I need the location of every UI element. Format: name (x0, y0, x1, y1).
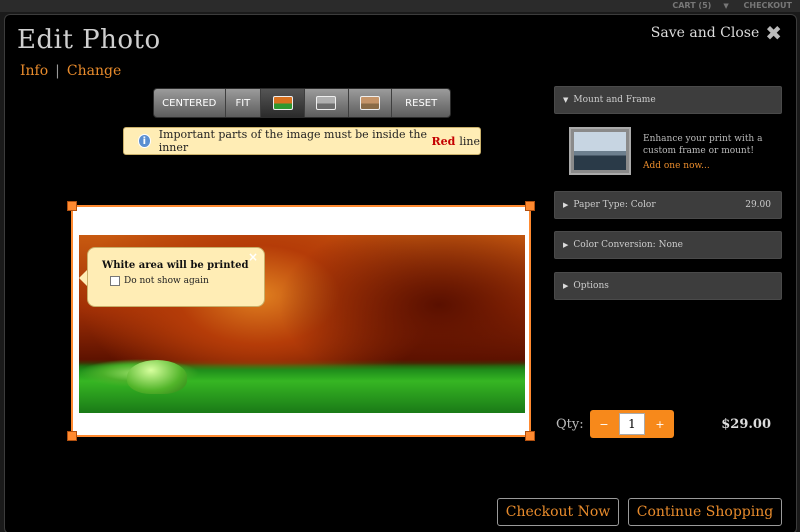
resize-handle-top-left[interactable] (67, 201, 77, 211)
cart-label: CART (5) (672, 1, 712, 10)
paper-type-panel[interactable]: ▶ Paper Type: Color 29.00 (554, 191, 782, 219)
notice-highlight: Red (431, 134, 456, 148)
add-mount-link[interactable]: Add one now... (643, 161, 710, 171)
paper-type-price: 29.00 (745, 200, 771, 210)
chevron-right-icon: ▶ (563, 282, 569, 290)
color-conversion-panel[interactable]: ▶ Color Conversion: None (554, 231, 782, 259)
continue-shopping-button[interactable]: Continue Shopping (628, 498, 782, 526)
chevron-right-icon: ▶ (563, 201, 569, 209)
chevron-down-icon: ▼ (563, 96, 569, 104)
change-link[interactable]: Change (67, 63, 121, 79)
framed-print-thumbnail (569, 127, 631, 175)
mount-and-frame-panel[interactable]: ▼ Mount and Frame (554, 86, 782, 114)
top-bar: CART (5) ▼ CHECKOUT (0, 0, 800, 12)
resize-handle-bottom-left[interactable] (67, 431, 77, 441)
do-not-show-again-option[interactable]: Do not show again (110, 276, 264, 286)
notice-prefix: Important parts of the image must be ins… (158, 128, 428, 154)
increase-quantity-button[interactable]: + (650, 418, 670, 431)
save-and-close-label: Save and Close (650, 25, 760, 41)
color-conversion-label: Color Conversion: None (573, 240, 683, 250)
paper-type-label: Paper Type: Color (573, 200, 656, 210)
print-frame[interactable] (67, 201, 535, 441)
options-panel[interactable]: ▶ Options (554, 272, 782, 300)
crop-toolbar: CENTERED FIT RESET (153, 88, 451, 118)
quantity-stepper: − 1 + (590, 410, 674, 438)
color-filter-button[interactable] (261, 89, 305, 117)
chevron-right-icon: ▶ (563, 241, 569, 249)
decrease-quantity-button[interactable]: − (594, 418, 614, 431)
chevron-down-icon: ▼ (723, 2, 729, 10)
reset-button[interactable]: RESET (392, 89, 450, 117)
page-title: Edit Photo (17, 25, 161, 55)
tooltip-close-icon[interactable]: × (248, 250, 258, 264)
centered-button[interactable]: CENTERED (154, 89, 226, 117)
sepia-thumbnail-icon (360, 96, 381, 110)
quantity-label: Qty: (556, 417, 584, 432)
resize-handle-top-right[interactable] (525, 201, 535, 211)
bw-filter-button[interactable] (305, 89, 349, 117)
info-link[interactable]: Info (20, 63, 48, 79)
top-links: CART (5) ▼ CHECKOUT (648, 0, 792, 12)
bw-thumbnail-icon (316, 96, 337, 110)
color-thumbnail-icon (272, 96, 293, 110)
mount-description: Enhance your print with a custom frame o… (643, 134, 763, 156)
save-and-close-button[interactable]: Save and Close ✖ (650, 21, 782, 45)
do-not-show-again-label: Do not show again (124, 276, 209, 286)
checkout-link[interactable]: CHECKOUT (744, 1, 793, 10)
do-not-show-again-checkbox[interactable] (110, 276, 120, 286)
notice-bar: i Important parts of the image must be i… (123, 127, 481, 155)
info-icon: i (138, 134, 151, 148)
water-drop-detail (127, 360, 187, 394)
close-icon: ✖ (765, 21, 782, 45)
sepia-filter-button[interactable] (349, 89, 393, 117)
quantity-input[interactable]: 1 (619, 413, 645, 435)
fit-button[interactable]: FIT (226, 89, 262, 117)
print-area-tooltip: White area will be printed Do not show a… (79, 247, 265, 307)
options-label: Options (573, 281, 609, 291)
mount-and-frame-label: Mount and Frame (573, 95, 656, 105)
subnav-separator: | (55, 63, 60, 79)
resize-handle-bottom-right[interactable] (525, 431, 535, 441)
checkout-now-button[interactable]: Checkout Now (497, 498, 619, 526)
notice-suffix: line (459, 134, 480, 148)
cart-link[interactable]: CART (5) ▼ (660, 1, 728, 10)
edit-photo-modal: Edit Photo Save and Close ✖ Info | Change … (4, 14, 797, 532)
tooltip-title: White area will be printed (102, 260, 249, 271)
subnav: Info | Change (20, 63, 121, 79)
total-price: $29.00 (721, 417, 771, 432)
